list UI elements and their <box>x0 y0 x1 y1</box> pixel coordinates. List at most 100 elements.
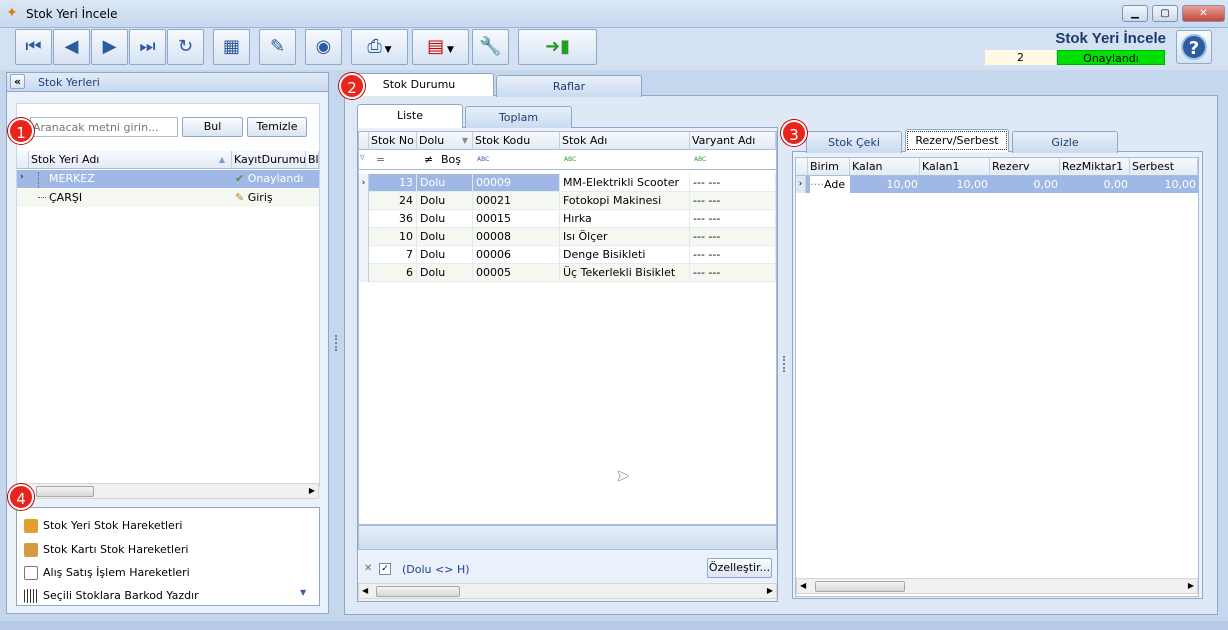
tab-raflar[interactable]: Raflar <box>496 75 642 97</box>
help-button[interactable]: ? <box>1176 30 1212 64</box>
refresh-button[interactable]: ↻ <box>167 29 204 65</box>
dolu-cell: Dolu <box>417 228 473 246</box>
scroll-thumb[interactable] <box>376 586 460 597</box>
eye-icon: ◉ <box>315 36 332 57</box>
stok-adi-cell: MM-Elektrikli Scooter <box>560 174 690 192</box>
clear-button[interactable]: Temizle <box>247 117 307 137</box>
link-stok-karti-hareketleri[interactable]: Stok Kartı Stok Hareketleri <box>24 539 188 561</box>
link-barkod-yazdir[interactable]: Seçili Stoklara Barkod Yazdır <box>24 585 199 607</box>
close-window-button[interactable]: ✕ <box>1182 5 1225 22</box>
splitter-grip[interactable] <box>335 335 338 351</box>
left-panel-title: Stok Yerleri <box>38 76 100 89</box>
stok-adi-cell: Fotokopi Makinesi <box>560 192 690 210</box>
scroll-left-icon[interactable]: ◀ <box>800 579 806 593</box>
tab-rezerv-serbest[interactable]: Rezerv/Serbest <box>905 129 1009 152</box>
scroll-down-icon[interactable]: ▼ <box>300 588 306 597</box>
tools-button[interactable]: 🔧 <box>472 29 509 65</box>
customize-button[interactable]: Özelleştir... <box>707 558 772 578</box>
prev-record-button[interactable]: ◀ <box>53 29 90 65</box>
filter-funnel-icon[interactable]: ▼ <box>462 132 468 149</box>
link-stok-yeri-hareketleri[interactable]: Stok Yeri Stok Hareketleri <box>24 515 182 537</box>
preview-button[interactable]: ◉ <box>305 29 342 65</box>
tab-liste[interactable]: Liste <box>357 104 463 128</box>
scroll-right-icon[interactable]: ▶ <box>309 484 315 498</box>
dolu-cell: Dolu <box>417 174 473 192</box>
scroll-right-icon[interactable]: ▶ <box>767 584 773 598</box>
filter-stokno-operator[interactable]: = <box>376 153 385 166</box>
scroll-thumb[interactable] <box>815 581 905 592</box>
tab-stok-ceki[interactable]: Stok Çeki <box>806 131 902 153</box>
print-button[interactable]: ⎙ ▼ <box>351 29 408 65</box>
pdf-button[interactable]: ▤ ▼ <box>412 29 469 65</box>
stok-no-cell: 24 <box>369 192 417 210</box>
tab-stok-durumu[interactable]: Stok Durumu <box>344 73 494 96</box>
exit-button[interactable]: ➜▮ <box>518 29 597 65</box>
stok-kodu-cell: 00021 <box>473 192 560 210</box>
edit-button[interactable]: ✎ <box>259 29 296 65</box>
callout-badge-2: 2 <box>339 73 365 99</box>
filter-varyant-abc[interactable]: ABC <box>694 156 706 163</box>
scroll-right-icon[interactable]: ▶ <box>1188 579 1194 593</box>
minimize-button[interactable]: ▁ <box>1122 5 1148 22</box>
sort-asc-icon: ▲ <box>218 155 225 164</box>
document-icon <box>24 566 38 580</box>
col-header-stok-kodu[interactable]: Stok Kodu <box>473 132 560 150</box>
pencil-note-icon: ✎ <box>235 191 245 204</box>
main-horizontal-scrollbar[interactable]: ◀ ▶ <box>358 583 777 599</box>
varyant-adi-cell: --- --- <box>690 264 776 282</box>
link-alis-satis-hareketleri[interactable]: Alış Satış İşlem Hareketleri <box>24 562 190 584</box>
title-bar <box>0 0 1228 28</box>
col-header-kayit-durumu[interactable]: KayıtDurumu <box>232 151 306 169</box>
window-title: Stok Yeri İncele <box>26 7 118 21</box>
search-input[interactable] <box>30 117 178 137</box>
col-header-serbest[interactable]: Serbest <box>1130 158 1198 176</box>
filter-stokadi-abc[interactable]: ABC <box>564 156 576 163</box>
col-header-kalan[interactable]: Kalan <box>850 158 920 176</box>
dolu-cell: Dolu <box>417 192 473 210</box>
row-indicator-header <box>359 132 369 150</box>
exit-door-icon: ➜▮ <box>545 36 570 57</box>
filter-dolu-operator[interactable]: ≠ <box>424 153 433 166</box>
mouse-cursor-icon: ➤ <box>616 466 630 485</box>
filter-enabled-checkbox[interactable]: ✓ <box>379 563 391 575</box>
filter-icon: ▿ <box>360 153 365 163</box>
row-indicator <box>359 210 369 228</box>
kayit-durumu-cell: ✎ Giriş <box>235 191 273 204</box>
splitter-grip[interactable] <box>783 356 786 372</box>
last-record-button[interactable]: ⏭ <box>129 29 166 65</box>
right-horizontal-scrollbar[interactable]: ◀ ▶ <box>796 578 1198 594</box>
varyant-adi-cell: --- --- <box>690 174 776 192</box>
col-header-birim[interactable]: Birim <box>808 158 850 176</box>
collapse-button[interactable]: « <box>10 74 25 89</box>
tab-gizle[interactable]: Gizle <box>1012 131 1118 153</box>
col-header-stok-yeri-adi[interactable]: Stok Yeri Adı ▲ <box>29 151 232 169</box>
tab-toplam[interactable]: Toplam <box>465 106 572 128</box>
dolu-cell: Dolu <box>417 210 473 228</box>
col-header-stok-no[interactable]: Stok No <box>369 132 417 150</box>
col-header-varyant-adi[interactable]: Varyant Adı <box>690 132 776 150</box>
next-record-button[interactable]: ▶ <box>91 29 128 65</box>
col-header-dolu[interactable]: Dolu ▼ <box>417 132 473 150</box>
col-header-bl[interactable]: Bl <box>306 151 319 169</box>
first-record-button[interactable]: ⏮ <box>15 29 52 65</box>
filter-stokkodu-abc[interactable]: ABC <box>477 156 489 163</box>
prev-icon: ◀ <box>64 36 79 57</box>
row-pointer-icon: › <box>796 176 806 193</box>
col-header-rezerv[interactable]: Rezerv <box>990 158 1060 176</box>
filter-close-icon[interactable]: ✕ <box>364 563 372 574</box>
scroll-left-icon[interactable]: ◀ <box>362 584 368 598</box>
col-header-kalan1[interactable]: Kalan1 <box>920 158 990 176</box>
scroll-thumb[interactable] <box>36 486 94 497</box>
stok-no-cell: 7 <box>369 246 417 264</box>
last-icon: ⏭ <box>139 36 156 57</box>
col-header-rezmiktar1[interactable]: RezMiktar1 <box>1060 158 1130 176</box>
filter-text[interactable]: (Dolu <> H) <box>402 563 470 576</box>
col-header-stok-adi[interactable]: Stok Adı <box>560 132 690 150</box>
find-button[interactable]: Bul <box>182 117 243 137</box>
row-indicator-header <box>796 158 808 176</box>
left-horizontal-scrollbar[interactable]: ▶ <box>17 483 319 499</box>
barcode-icon <box>24 589 38 603</box>
filter-dolu-value[interactable]: Boş <box>441 153 461 166</box>
maximize-button[interactable]: ▢ <box>1152 5 1178 22</box>
browse-button[interactable]: ▦ <box>213 29 250 65</box>
